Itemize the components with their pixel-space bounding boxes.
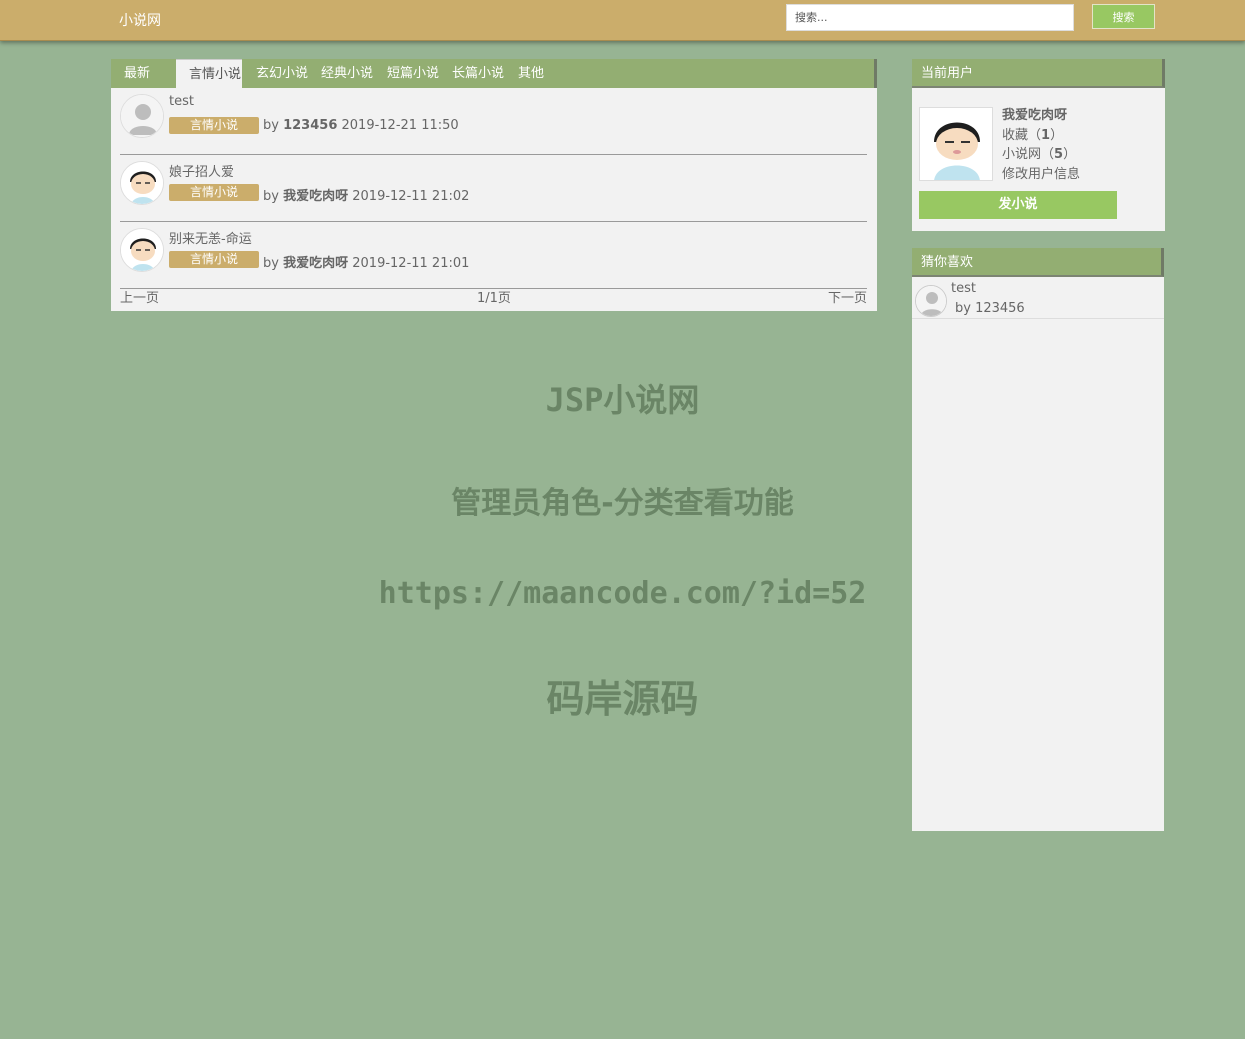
- watermark-line: JSP小说网: [545, 381, 700, 419]
- post-time: 2019-12-21 11:50: [341, 118, 459, 133]
- tab-fantasy[interactable]: 玄幻小说: [256, 59, 308, 88]
- tab-latest[interactable]: 最新: [124, 59, 150, 88]
- post-category-tag[interactable]: 言情小说: [169, 117, 259, 134]
- post-time: 2019-12-11 21:01: [352, 256, 470, 271]
- my-novels-link[interactable]: 小说网（5）: [1002, 145, 1080, 165]
- post-title[interactable]: test: [169, 94, 194, 109]
- tab-romance[interactable]: 言情小说: [176, 59, 242, 88]
- tab-long[interactable]: 长篇小说: [452, 59, 504, 88]
- category-tabs: 最新 言情小说 玄幻小说 经典小说 短篇小说 长篇小说 其他: [111, 59, 877, 88]
- post-author[interactable]: 我爱吃肉呀: [283, 189, 348, 204]
- tab-short[interactable]: 短篇小说: [387, 59, 439, 88]
- edit-user-link[interactable]: 修改用户信息: [1002, 165, 1080, 185]
- post-category-tag[interactable]: 言情小说: [169, 184, 259, 201]
- tab-other[interactable]: 其他: [518, 59, 544, 88]
- default-avatar-icon: [915, 285, 947, 317]
- recommend-author: by 123456: [955, 301, 1025, 316]
- page-indicator: 1/1页: [477, 291, 511, 306]
- current-user-panel: 当前用户 我爱吃肉呀 收藏（1） 小说网（5） 修改用户信息 发小说: [912, 59, 1165, 231]
- post-author[interactable]: 我爱吃肉呀: [283, 256, 348, 271]
- post-item: 别来无恙-命运 言情小说 by 我爱吃肉呀 2019-12-11 21:01: [120, 222, 867, 289]
- watermark-line: 码岸源码: [546, 677, 699, 721]
- favorites-link[interactable]: 收藏（1）: [1002, 126, 1080, 146]
- post-meta: by 我爱吃肉呀 2019-12-11 21:01: [263, 252, 469, 271]
- post-item: test 言情小说 by 123456 2019-12-21 11:50: [120, 88, 867, 155]
- post-by: by: [263, 189, 279, 204]
- next-page-link[interactable]: 下一页: [828, 287, 867, 306]
- post-by: by: [263, 118, 279, 133]
- site-brand[interactable]: 小说网: [119, 10, 161, 30]
- user-info: 我爱吃肉呀 收藏（1） 小说网（5） 修改用户信息: [1002, 106, 1080, 184]
- post-by: by: [263, 256, 279, 271]
- post-title[interactable]: 娘子招人爱: [169, 161, 234, 180]
- watermark-line: https://maancode.com/?id=52: [378, 576, 867, 611]
- recommend-panel: 猜你喜欢 test by 123456: [912, 248, 1164, 831]
- recommend-title[interactable]: test: [951, 281, 976, 296]
- novel-list-panel: 最新 言情小说 玄幻小说 经典小说 短篇小说 长篇小说 其他 test 言情小说…: [111, 59, 877, 311]
- search-input[interactable]: [786, 4, 1074, 31]
- search-button[interactable]: 搜索: [1092, 4, 1155, 29]
- username: 我爱吃肉呀: [1002, 108, 1068, 123]
- post-category-tag[interactable]: 言情小说: [169, 251, 259, 268]
- post-author[interactable]: 123456: [283, 118, 337, 133]
- default-avatar-icon[interactable]: [120, 94, 164, 138]
- top-navbar: 小说网 搜索: [0, 0, 1245, 41]
- post-meta: by 123456 2019-12-21 11:50: [263, 118, 459, 133]
- post-title[interactable]: 别来无恙-命运: [169, 228, 252, 247]
- cartoon-avatar-icon[interactable]: [120, 228, 164, 272]
- cartoon-avatar-icon[interactable]: [120, 161, 164, 205]
- tab-classic[interactable]: 经典小说: [321, 59, 373, 88]
- prev-page-link[interactable]: 上一页: [120, 287, 159, 306]
- post-novel-button[interactable]: 发小说: [919, 191, 1117, 219]
- post-item: 娘子招人爱 言情小说 by 我爱吃肉呀 2019-12-11 21:02: [120, 155, 867, 222]
- user-avatar[interactable]: [919, 107, 993, 181]
- watermark-line: 管理员角色-分类查看功能: [451, 486, 794, 521]
- post-time: 2019-12-11 21:02: [352, 189, 470, 204]
- pagination: 上一页 1/1页 下一页: [120, 287, 867, 307]
- panel-title: 当前用户: [912, 59, 1165, 88]
- panel-title: 猜你喜欢: [912, 248, 1164, 277]
- recommend-item[interactable]: test by 123456: [912, 279, 1164, 319]
- post-meta: by 我爱吃肉呀 2019-12-11 21:02: [263, 185, 469, 204]
